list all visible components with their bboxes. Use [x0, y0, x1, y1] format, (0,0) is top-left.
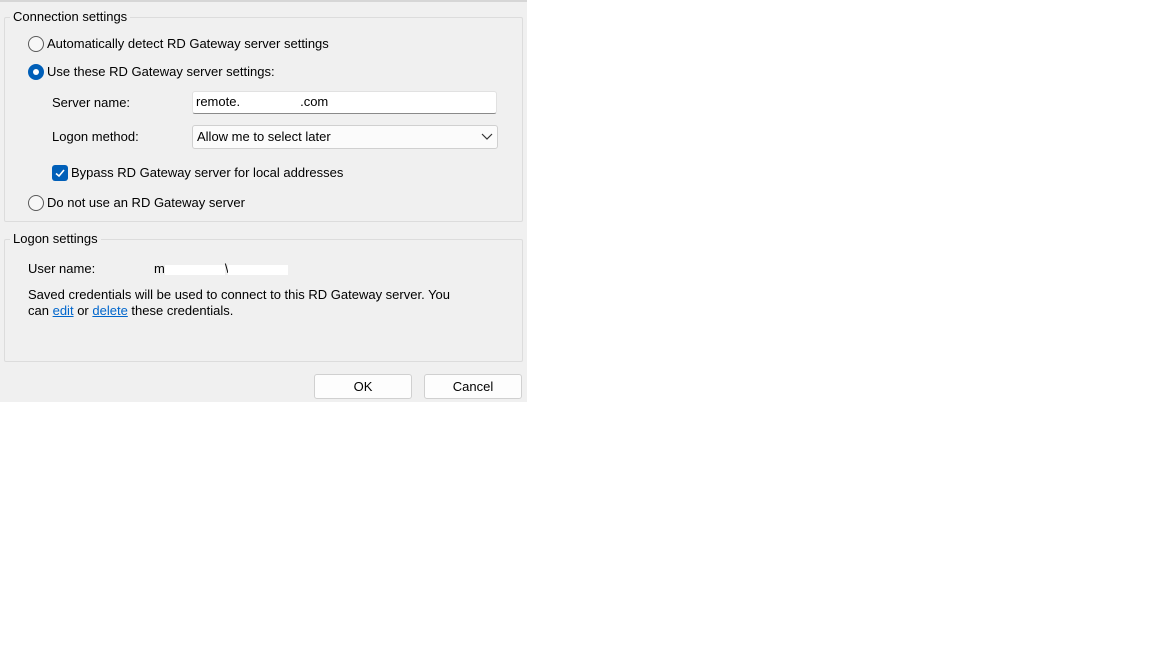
user-name-value: m \: [154, 260, 289, 278]
credentials-or: or: [77, 303, 89, 318]
cancel-button[interactable]: Cancel: [424, 374, 522, 399]
ok-button[interactable]: OK: [314, 374, 412, 399]
server-name-value-end: .com: [300, 94, 329, 109]
redaction-mark: [164, 264, 225, 275]
server-name-value-start: remote.: [196, 94, 241, 109]
server-name-label: Server name:: [52, 95, 131, 110]
logon-method-label: Logon method:: [52, 129, 139, 144]
auto-detect-radio[interactable]: [28, 36, 44, 52]
credentials-suffix: these credentials.: [131, 303, 234, 318]
logon-settings-legend: Logon settings: [10, 231, 101, 247]
use-settings-radio[interactable]: [28, 64, 44, 80]
logon-method-select[interactable]: Allow me to select later: [192, 125, 498, 149]
logon-settings-group: Logon settings User name: m \ Saved crede…: [4, 231, 523, 362]
connection-settings-group: Connection settings Automatically detect…: [4, 9, 523, 222]
credentials-text-line-2: can edit or delete these credentials.: [28, 302, 233, 320]
redaction-mark: [240, 97, 301, 108]
rd-gateway-dialog: Connection settings Automatically detect…: [0, 0, 527, 402]
edit-credentials-link[interactable]: edit: [53, 303, 74, 318]
connection-settings-legend: Connection settings: [10, 9, 131, 25]
logon-method-value: Allow me to select later: [197, 129, 331, 144]
chevron-down-icon: [481, 133, 493, 140]
redaction-mark: [228, 264, 289, 275]
no-gateway-radio[interactable]: [28, 195, 44, 211]
bypass-local-checkbox[interactable]: [52, 165, 68, 181]
user-name-value-start: m: [154, 261, 165, 276]
bypass-local-label[interactable]: Bypass RD Gateway server for local addre…: [71, 164, 343, 182]
auto-detect-label[interactable]: Automatically detect RD Gateway server s…: [47, 35, 329, 53]
delete-credentials-link[interactable]: delete: [92, 303, 127, 318]
use-settings-label[interactable]: Use these RD Gateway server settings:: [47, 63, 275, 81]
server-name-input[interactable]: remote. .com: [192, 91, 497, 114]
checkmark-icon: [55, 169, 65, 178]
user-name-label: User name:: [28, 261, 96, 276]
credentials-prefix: can: [28, 303, 49, 318]
no-gateway-label[interactable]: Do not use an RD Gateway server: [47, 194, 245, 212]
